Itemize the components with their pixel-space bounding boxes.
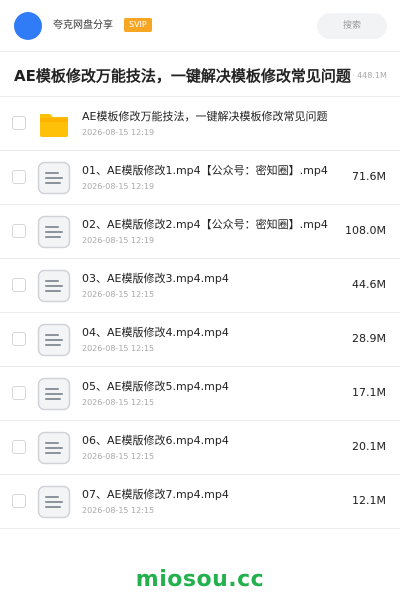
file-date: 2026-08-15 12:15 (82, 290, 155, 299)
document-icon (37, 269, 71, 303)
username[interactable]: 夸克网盘分享 (53, 18, 113, 34)
file-name[interactable]: AE模板修改万能技法，一键解决模板修改常见问题 (82, 110, 332, 124)
file-size: 12.1M (352, 494, 386, 507)
file-name[interactable]: 07、AE模版修改7.mp4.mp4 (82, 488, 332, 502)
row-checkbox[interactable] (12, 440, 26, 454)
file-date: 2026-08-15 12:19 (82, 236, 155, 245)
row-checkbox[interactable] (12, 224, 26, 238)
document-icon (37, 323, 71, 357)
svip-badge: SVIP (124, 18, 152, 32)
file-name[interactable]: 04、AE模版修改4.mp4.mp4 (82, 326, 332, 340)
file-size: 71.6M (352, 170, 386, 183)
file-size: 108.0M (345, 224, 386, 237)
file-row[interactable]: 06、AE模版修改6.mp4.mp4 2026-08-15 12:15 20.1M (0, 421, 400, 475)
header: 夸克网盘分享 SVIP 搜索 (0, 0, 400, 52)
document-icon (37, 161, 71, 195)
file-name[interactable]: 03、AE模版修改3.mp4.mp4 (82, 272, 332, 286)
file-size: 28.9M (352, 332, 386, 345)
total-size: · 448.1M (352, 71, 387, 80)
row-checkbox[interactable] (12, 116, 26, 130)
row-checkbox[interactable] (12, 494, 26, 508)
file-row[interactable]: 04、AE模版修改4.mp4.mp4 2026-08-15 12:15 28.9M (0, 313, 400, 367)
file-row[interactable]: 03、AE模版修改3.mp4.mp4 2026-08-15 12:15 44.6M (0, 259, 400, 313)
document-icon (37, 485, 71, 519)
file-row[interactable]: 05、AE模版修改5.mp4.mp4 2026-08-15 12:15 17.1M (0, 367, 400, 421)
document-icon (37, 377, 71, 411)
avatar[interactable] (14, 12, 42, 40)
page-title: AE模板修改万能技法，一键解决模板修改常见问题 (14, 67, 351, 85)
row-checkbox[interactable] (12, 386, 26, 400)
file-date: 2026-08-15 12:15 (82, 506, 155, 515)
file-name[interactable]: 06、AE模版修改6.mp4.mp4 (82, 434, 332, 448)
file-date: 2026-08-15 12:15 (82, 398, 155, 407)
file-date: 2026-08-15 12:15 (82, 344, 155, 353)
folder-icon (37, 107, 71, 141)
row-checkbox[interactable] (12, 170, 26, 184)
search-input[interactable]: 搜索 (317, 13, 387, 39)
document-icon (37, 431, 71, 465)
file-date: 2026-08-15 12:19 (82, 128, 155, 137)
file-size: 17.1M (352, 386, 386, 399)
share-title-bar: AE模板修改万能技法，一键解决模板修改常见问题 · 448.1M (0, 53, 400, 97)
file-name[interactable]: 05、AE模版修改5.mp4.mp4 (82, 380, 332, 394)
file-size: 44.6M (352, 278, 386, 291)
file-date: 2026-08-15 12:19 (82, 182, 155, 191)
file-row[interactable]: 01、AE模版修改1.mp4【公众号：密知圈】.mp4 2026-08-15 12… (0, 151, 400, 205)
file-name[interactable]: 01、AE模版修改1.mp4【公众号：密知圈】.mp4 (82, 164, 332, 178)
file-name[interactable]: 02、AE模版修改2.mp4【公众号：密知圈】.mp4 (82, 218, 332, 232)
folder-row[interactable]: AE模板修改万能技法，一键解决模板修改常见问题 2026-08-15 12:19 (0, 97, 400, 151)
file-row[interactable]: 07、AE模版修改7.mp4.mp4 2026-08-15 12:15 12.1M (0, 475, 400, 529)
row-checkbox[interactable] (12, 278, 26, 292)
footer: miosou.cc (0, 560, 400, 600)
watermark-brand: miosou.cc (135, 567, 265, 592)
row-checkbox[interactable] (12, 332, 26, 346)
file-date: 2026-08-15 12:15 (82, 452, 155, 461)
file-size: 20.1M (352, 440, 386, 453)
document-icon (37, 215, 71, 249)
file-row[interactable]: 02、AE模版修改2.mp4【公众号：密知圈】.mp4 2026-08-15 12… (0, 205, 400, 259)
